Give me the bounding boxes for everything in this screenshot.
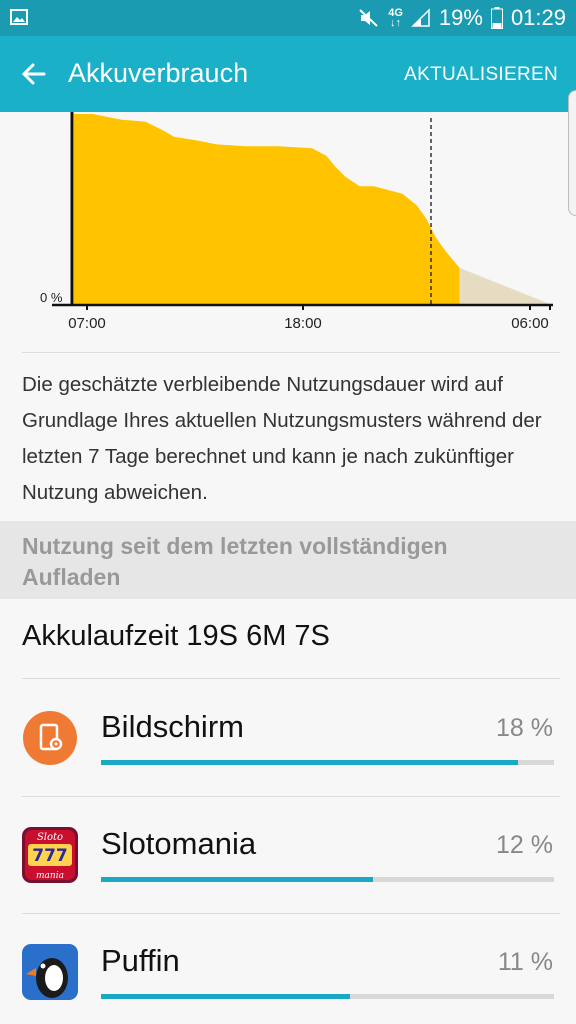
app-row-slotomania[interactable]: 777 Sloto mania Slotomania 12 % <box>0 797 576 913</box>
status-bar: 4G ↓↑ 19% 01:29 <box>0 0 576 36</box>
estimate-description: Die geschätzte verbleibende Nutzungsdaue… <box>22 373 542 504</box>
battery-estimate-area <box>459 267 550 304</box>
slotomania-app-icon: 777 Sloto mania <box>22 827 78 883</box>
app-percent: 18 % <box>496 714 553 742</box>
battery-percent: 19% <box>438 5 483 30</box>
section-header: Nutzung seit dem letzten vollständigen A… <box>0 521 576 599</box>
app-row-puffin[interactable]: Puffin 11 % <box>0 914 576 1024</box>
usage-bar-fill <box>101 994 351 999</box>
usage-bar-fill <box>101 877 373 882</box>
x-tick-label: 07:00 <box>68 315 106 332</box>
refresh-button[interactable]: AKTUALISIEREN <box>404 64 558 86</box>
scroll-handle[interactable] <box>568 90 576 216</box>
x-tick-label: 18:00 <box>284 315 322 332</box>
battery-icon <box>490 7 503 29</box>
svg-text:Sloto: Sloto <box>37 832 63 843</box>
app-name: Bildschirm <box>101 709 244 744</box>
battery-chart: 0 % 07:00 18:00 06:00 <box>0 112 576 352</box>
mute-icon <box>359 9 378 27</box>
divider <box>22 352 560 353</box>
clock: 01:29 <box>510 5 566 30</box>
arrow-back-icon[interactable] <box>16 56 52 92</box>
app-name: Puffin <box>101 943 180 978</box>
svg-text:777: 777 <box>32 846 68 866</box>
page-title: Akkuverbrauch <box>68 58 249 88</box>
battery-usage-area <box>74 114 460 304</box>
battery-chart-svg: 0 % 07:00 18:00 06:00 <box>40 112 553 332</box>
usage-bar <box>101 877 554 882</box>
network-indicator: 4G ↓↑ <box>388 7 403 29</box>
usage-bar <box>101 994 554 999</box>
y-zero-label: 0 % <box>40 290 63 305</box>
app-bar: Akkuverbrauch AKTUALISIEREN <box>0 36 576 112</box>
x-tick-label: 06:00 <box>511 315 549 332</box>
section-title: Nutzung seit dem letzten vollständigen A… <box>22 533 448 590</box>
app-percent: 11 % <box>497 948 553 976</box>
battery-uptime: Akkulaufzeit 19S 6M 7S <box>22 620 330 652</box>
signal-icon <box>411 8 430 27</box>
app-percent: 12 % <box>496 831 553 859</box>
svg-text:mania: mania <box>36 871 64 881</box>
usage-bar <box>101 760 554 765</box>
app-name: Slotomania <box>101 826 257 861</box>
usage-bar-fill <box>101 760 518 765</box>
screen-settings-icon <box>23 711 77 765</box>
puffin-app-icon <box>22 944 78 1000</box>
divider <box>22 678 560 679</box>
image-notification-icon <box>10 9 28 25</box>
app-row-bildschirm[interactable]: Bildschirm 18 % <box>0 680 576 796</box>
